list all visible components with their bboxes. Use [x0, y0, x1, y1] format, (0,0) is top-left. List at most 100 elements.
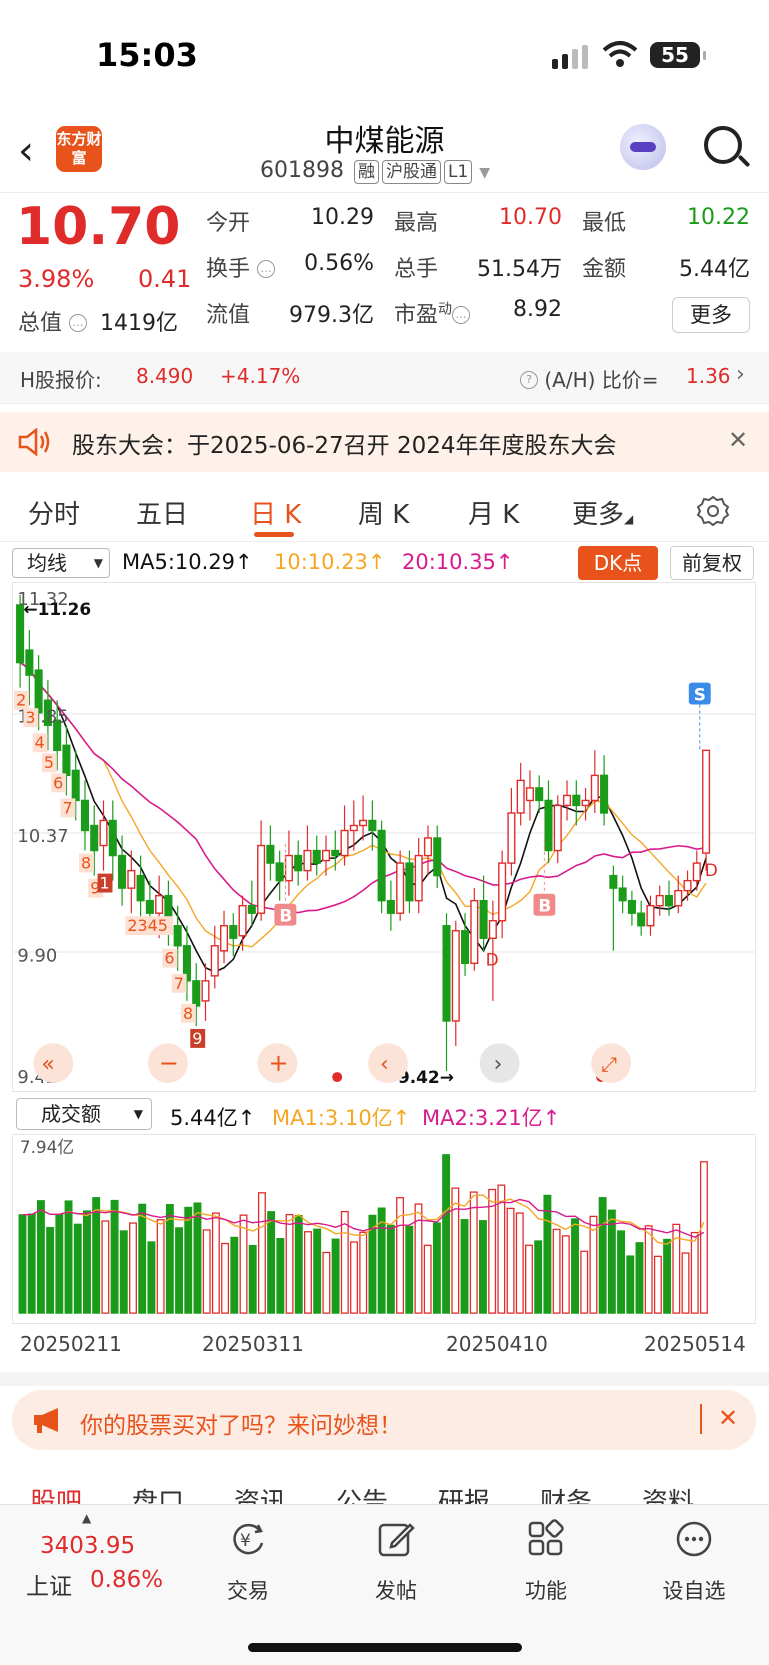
tab-monthly-k[interactable]: 月 K	[468, 494, 519, 531]
volume-bar	[101, 1220, 110, 1314]
volume-bar	[313, 1228, 322, 1314]
candle-body	[692, 862, 701, 882]
kline-chart[interactable]: 11.32 10.85 10.37 9.90 9.42 ←11.26 9.42→…	[12, 582, 756, 1092]
volume-bar	[27, 1213, 36, 1314]
chevron-left-icon: ‹	[380, 1052, 389, 1077]
forward-adjust-button[interactable]: 前复权	[670, 546, 754, 580]
more-button[interactable]: 更多	[672, 297, 750, 333]
nine-label: 2	[16, 691, 26, 710]
candle-body	[71, 769, 80, 802]
candle-body	[368, 819, 377, 832]
nav-functions[interactable]: 功能	[496, 1519, 596, 1605]
tab-finance[interactable]: 财务	[540, 1482, 592, 1504]
volume-bar	[690, 1231, 699, 1314]
nav-add-watchlist[interactable]: 设自选	[644, 1519, 744, 1605]
tab-weekly-k[interactable]: 周 K	[358, 494, 409, 531]
candle-body	[498, 862, 507, 922]
candle-body	[192, 980, 201, 1007]
chevron-right-icon: ›	[494, 1052, 503, 1077]
tab-research[interactable]: 研报	[438, 1482, 490, 1504]
candle-body	[321, 849, 331, 862]
stock-code: 601898	[260, 158, 344, 183]
search-icon[interactable]	[704, 126, 742, 164]
promo-banner[interactable]: 你的股票买对了吗？来问妙想！ ✕	[12, 1390, 756, 1450]
candle-body	[664, 894, 674, 907]
tab-more[interactable]: 更多◢	[572, 494, 633, 531]
volume-bar	[515, 1212, 524, 1314]
close-icon[interactable]: ✕	[718, 1404, 738, 1432]
battery-icon: 55	[650, 42, 706, 68]
notice-text: 股东大会：于2025-06-27召开 2024年年度股东大会	[72, 433, 617, 459]
volume-bar	[386, 1224, 395, 1314]
dk-point-button[interactable]: DK点	[578, 546, 658, 580]
high-label: 最高	[394, 211, 439, 236]
open-value: 10.29	[311, 205, 374, 230]
info-icon[interactable]: …	[257, 260, 276, 278]
volume-chart[interactable]: 7.94亿	[12, 1134, 756, 1324]
candle-body	[507, 812, 516, 864]
y-label-3: 10.37	[17, 826, 68, 847]
volume-bar	[534, 1240, 543, 1314]
candle-body	[423, 837, 433, 857]
ma-legend-row: 均线 MA5:10.29↑ 10:10.23↑ 20:10.35↑ DK点 前复…	[0, 544, 769, 584]
index-pct: 0.86%	[90, 1567, 164, 1593]
volume-bar	[543, 1194, 552, 1314]
nine-label: 7	[62, 798, 72, 817]
volume-bar	[55, 1213, 64, 1314]
tab-five-day[interactable]: 五日	[136, 494, 188, 531]
tab-announcements[interactable]: 公告	[336, 1482, 388, 1504]
candle-body	[479, 899, 488, 939]
volume-bars	[18, 1154, 708, 1314]
tab-pankou[interactable]: 盘口	[132, 1482, 184, 1504]
low-value: 10.22	[687, 205, 750, 230]
tab-guba[interactable]: 股吧	[30, 1482, 82, 1504]
volume-bar	[561, 1235, 570, 1314]
info-icon[interactable]: …	[69, 314, 88, 332]
volume-bar	[626, 1255, 635, 1314]
volume-bar	[147, 1241, 156, 1314]
nav-trade[interactable]: ¥ 交易	[198, 1519, 298, 1605]
h-share-row[interactable]: H股报价: 8.490 +4.17% ? (A/H) 比价= 1.36 ›	[0, 352, 769, 404]
info-icon[interactable]: …	[452, 306, 471, 324]
divider	[700, 1404, 702, 1434]
indicator-select[interactable]: 均线	[12, 548, 110, 578]
candle-body	[637, 912, 646, 927]
candle-body	[525, 787, 534, 802]
nine-label: 1	[100, 874, 110, 893]
tab-intraday[interactable]: 分时	[28, 494, 80, 531]
ah-ratio-value: 1.36	[686, 364, 731, 388]
promo-text: 你的股票买对了吗？来问妙想！	[80, 1413, 402, 1439]
speaker-icon	[18, 428, 50, 456]
volume-bar	[322, 1251, 331, 1314]
tab-news[interactable]: 资讯	[234, 1482, 286, 1504]
nine-label: 6	[164, 949, 174, 968]
ma20-label: 20:10.35↑	[402, 550, 514, 574]
candle-body	[136, 874, 145, 902]
help-icon[interactable]: ?	[520, 371, 538, 389]
dropdown-icon[interactable]: ▼	[479, 165, 490, 181]
close-icon[interactable]: ✕	[728, 426, 748, 454]
volume-bar	[193, 1202, 202, 1314]
assistant-robot-icon[interactable]	[620, 124, 666, 170]
volume-bar	[175, 1227, 184, 1314]
candle-body	[210, 945, 219, 977]
nav-post[interactable]: 发帖	[346, 1519, 446, 1605]
candle-body	[655, 894, 664, 907]
double-chevron-left-icon: «	[41, 1052, 54, 1077]
volume-bar	[497, 1184, 506, 1314]
volume-bar	[359, 1231, 368, 1314]
volume-indicator-select[interactable]: 成交额	[16, 1098, 152, 1130]
index-value[interactable]: 3403.95	[40, 1533, 135, 1559]
tab-profile[interactable]: 资料	[642, 1482, 694, 1504]
candle-body	[90, 824, 99, 852]
candle-body	[359, 819, 368, 827]
candle-body	[516, 779, 525, 814]
tab-daily-k[interactable]: 日 K	[250, 494, 301, 531]
volume-bar	[248, 1244, 257, 1314]
settings-gear-icon[interactable]	[696, 494, 730, 528]
volume-bar	[488, 1188, 497, 1314]
trade-icon: ¥	[233, 1523, 264, 1555]
notice-banner[interactable]: 股东大会：于2025-06-27召开 2024年年度股东大会 ✕	[0, 412, 769, 472]
amount-value: 5.44亿	[679, 257, 750, 282]
candle-body	[201, 980, 210, 1002]
